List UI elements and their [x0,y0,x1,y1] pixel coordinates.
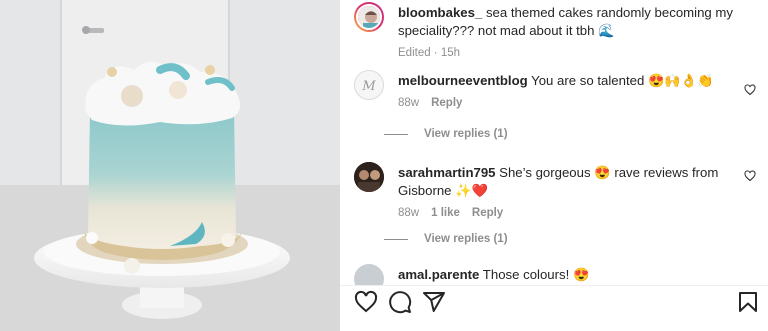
comment-username[interactable]: sarahmartin795 [398,165,496,180]
view-replies-label: View replies (1) [424,128,508,140]
commenter-avatar-image [354,162,384,192]
author-avatar-image [358,6,380,28]
commenter-avatar[interactable] [354,162,384,192]
replies-line [384,238,408,240]
monogram-logo: M [361,79,376,94]
comment-likes[interactable]: 1 like [431,204,460,222]
view-replies-button[interactable]: View replies (1) [384,233,508,245]
like-comment-heart-icon[interactable] [744,170,756,182]
like-comment-heart-icon[interactable] [744,84,756,96]
comment-icon[interactable] [388,290,412,314]
bookmark-icon[interactable] [736,290,760,314]
author-avatar[interactable] [354,2,384,32]
caption-author[interactable]: bloombakes_ [398,5,482,20]
heart-icon[interactable] [354,290,378,314]
reply-button[interactable]: Reply [472,204,503,222]
comment-age: 88w [398,207,420,219]
edited-label: Edited · 15h [398,47,461,59]
commenter-avatar[interactable]: M [354,70,384,100]
svg-text:M: M [361,79,376,94]
post-actions [354,290,760,314]
comment-text: You are so talented 😍🙌👌👏 [527,73,714,88]
view-replies-label: View replies (1) [424,233,508,245]
replies-line [384,133,408,135]
send-icon[interactable] [422,290,446,314]
post-photo [0,0,340,331]
comment-age: 88w [398,97,420,109]
comment-text: Those colours! 😍 [479,267,590,282]
view-replies-button[interactable]: View replies (1) [384,128,508,140]
comment-username[interactable]: amal.parente [398,267,479,282]
comments-panel: bloombakes_ sea themed cakes randomly be… [340,0,768,331]
reply-button[interactable]: Reply [431,94,462,112]
comment-username[interactable]: melbourneeventblog [398,73,528,88]
cake-image [0,0,340,331]
